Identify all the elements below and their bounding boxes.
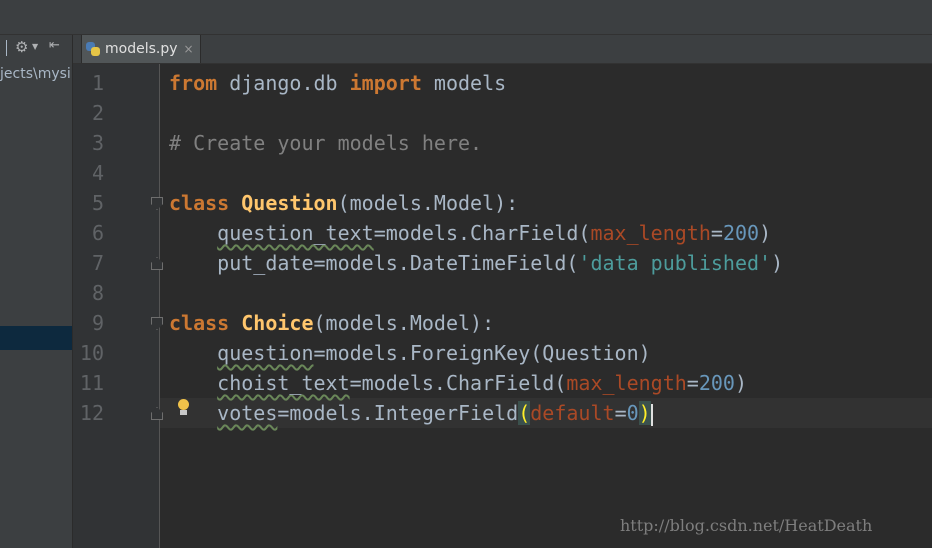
code-line[interactable]: class Question(models.Model): xyxy=(169,188,518,218)
line-number: 7 xyxy=(91,251,104,275)
line-number: 2 xyxy=(91,101,104,125)
code-token: choist_text xyxy=(217,371,350,395)
code-token: max_length xyxy=(590,221,711,245)
code-token: 0 xyxy=(626,401,639,425)
code-token: (models.Model): xyxy=(337,191,519,215)
tab-models-py[interactable]: models.py × xyxy=(81,35,201,63)
python-file-icon xyxy=(85,41,101,57)
code-line[interactable]: class Choice(models.Model): xyxy=(169,308,494,338)
toolbar-separator xyxy=(6,40,7,56)
line-number: 4 xyxy=(91,161,104,185)
line-number: 5 xyxy=(91,191,104,215)
code-token: models xyxy=(421,71,507,95)
code-token: = xyxy=(614,401,627,425)
code-token: import xyxy=(349,71,422,95)
code-line[interactable]: question_text=models.CharField(max_lengt… xyxy=(169,218,771,248)
top-toolbar xyxy=(0,0,932,35)
dropdown-caret-icon[interactable]: ▼ xyxy=(32,42,38,51)
code-line[interactable]: votes=models.IntegerField(default=0) xyxy=(169,398,653,428)
code-line[interactable]: # Create your models here. xyxy=(169,128,482,158)
code-token: 200 xyxy=(698,371,735,395)
code-token: class xyxy=(169,191,230,215)
project-path[interactable]: jects\mysi xyxy=(0,66,72,82)
editor-tab-bar: models.py × xyxy=(73,35,932,64)
code-token: ( xyxy=(518,401,531,425)
code-token: from xyxy=(169,71,218,95)
line-number: 11 xyxy=(79,371,104,395)
code-token: question_text xyxy=(217,221,374,245)
code-line[interactable]: choist_text=models.CharField(max_length=… xyxy=(169,368,747,398)
code-token: Choice xyxy=(241,311,314,335)
code-token: =models.IntegerField xyxy=(277,401,519,425)
line-number: 12 xyxy=(79,401,104,425)
gear-icon[interactable]: ⚙ xyxy=(15,38,28,56)
line-number: 10 xyxy=(79,341,104,365)
code-token: ) xyxy=(771,251,784,275)
project-panel: ⚙ ▼ ⇤ jects\mysi xyxy=(0,35,73,548)
selected-tree-row[interactable] xyxy=(0,326,72,350)
code-token: django.db xyxy=(217,71,350,95)
code-token: =models.CharField( xyxy=(373,221,591,245)
close-icon[interactable]: × xyxy=(184,42,194,56)
line-number: 3 xyxy=(91,131,104,155)
code-token: =models.ForeignKey(Question) xyxy=(313,341,651,365)
code-token: ) xyxy=(734,371,748,395)
code-line[interactable]: question=models.ForeignKey(Question) xyxy=(169,338,651,368)
code-line[interactable]: from django.db import models xyxy=(169,68,506,98)
watermark: http://blog.csdn.net/HeatDeath xyxy=(620,516,873,535)
code-token: default xyxy=(530,401,615,425)
line-number: 1 xyxy=(91,71,104,95)
code-token: max_length xyxy=(566,371,687,395)
collapse-icon[interactable]: ⇤ xyxy=(49,38,60,53)
code-token: put_date=models.DateTimeField( xyxy=(169,251,579,275)
code-token: Question xyxy=(241,191,338,215)
code-token: (models.Model): xyxy=(313,311,495,335)
line-number: 9 xyxy=(91,311,104,335)
line-number: 6 xyxy=(91,221,104,245)
code-token: = xyxy=(686,371,699,395)
lightbulb-icon[interactable] xyxy=(177,399,190,417)
text-caret xyxy=(650,403,653,426)
code-line[interactable]: put_date=models.DateTimeField('data publ… xyxy=(169,248,783,278)
code-token: 'data published' xyxy=(578,251,772,275)
line-number: 8 xyxy=(91,281,104,305)
project-panel-toolbar: ⚙ ▼ ⇤ xyxy=(0,35,72,61)
code-token: votes xyxy=(217,401,278,425)
code-token: 200 xyxy=(722,221,760,245)
code-token: # Create your models here. xyxy=(169,131,483,155)
code-token: ) xyxy=(759,221,772,245)
code-token: =models.CharField( xyxy=(349,371,567,395)
code-token: ) xyxy=(638,401,651,425)
code-token: = xyxy=(710,221,723,245)
code-token: question xyxy=(217,341,314,365)
tab-label: models.py xyxy=(105,41,178,57)
code-token: class xyxy=(169,311,230,335)
